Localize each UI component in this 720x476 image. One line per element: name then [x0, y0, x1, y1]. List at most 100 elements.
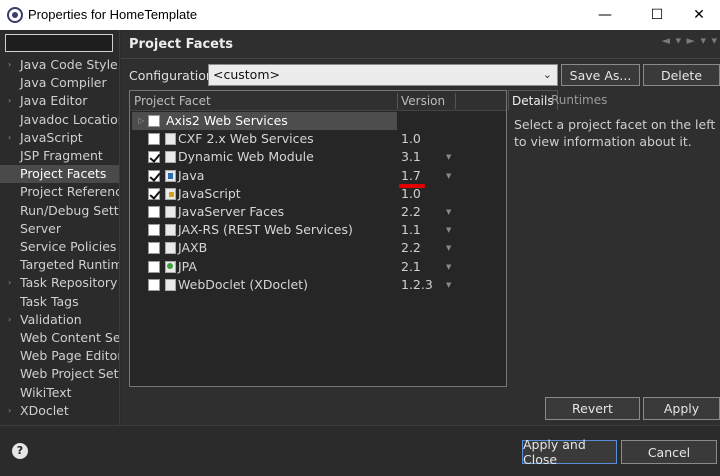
facet-checkbox[interactable] [148, 133, 160, 146]
sidebar-item-label: Javadoc Location [20, 111, 119, 127]
facet-checkbox[interactable] [148, 224, 160, 237]
sidebar-item[interactable]: Javadoc Location [0, 111, 119, 129]
sidebar-item[interactable]: WikiText [0, 384, 119, 402]
expand-arrow-icon[interactable]: › [8, 274, 16, 292]
facet-version[interactable]: 1.2.3 [401, 276, 433, 294]
details-description: Select a project facet on the left to vi… [514, 117, 716, 149]
facet-row[interactable]: Dynamic Web Module 3.1 ▼ [130, 148, 506, 166]
facet-version[interactable]: 1.1 [401, 221, 421, 239]
sidebar-item-label: Java Code Style [20, 57, 118, 72]
facet-name: Axis2 Web Services [166, 113, 288, 128]
facet-name: JavaScript [178, 185, 241, 201]
sidebar-item[interactable]: Run/Debug Setti [0, 202, 119, 220]
file-facet-icon [165, 151, 176, 164]
cancel-button[interactable]: Cancel [621, 440, 717, 464]
sidebar-item[interactable]: Web Project Setti [0, 365, 119, 383]
sidebar-item[interactable]: › Validation [0, 311, 119, 329]
facet-version[interactable]: 1.7 [401, 167, 421, 185]
column-header-facet[interactable]: Project Facet [130, 91, 398, 111]
sidebar-item[interactable]: Project Facets [0, 165, 119, 184]
save-as-button[interactable]: Save As... [561, 64, 640, 86]
facet-row[interactable]: WebDoclet (XDoclet) 1.2.3 ▼ [130, 276, 506, 294]
facet-checkbox[interactable] [148, 115, 160, 127]
minimize-button[interactable]: — [582, 0, 628, 30]
revert-button[interactable]: Revert [545, 397, 640, 420]
facet-name: JavaServer Faces [178, 204, 285, 219]
sidebar-item-label: Task Tags [20, 293, 79, 309]
sidebar-item[interactable]: Service Policies [0, 238, 119, 256]
sidebar-item[interactable]: Java Compiler [0, 74, 119, 92]
sidebar-item-label: Web Page Editor [20, 348, 119, 364]
facet-row[interactable]: CXF 2.x Web Services 1.0 [130, 130, 506, 148]
facet-name: JAX-RS (REST Web Services) [178, 222, 353, 238]
facet-checkbox[interactable] [148, 206, 160, 218]
version-dropdown-icon[interactable]: ▼ [446, 203, 451, 221]
facet-checkbox[interactable] [148, 278, 160, 291]
dialog-button-bar: ? Apply and Close Cancel [0, 425, 720, 476]
facet-row[interactable]: Java 1.7 ▼ [130, 167, 506, 185]
column-header-version[interactable]: Version [398, 91, 456, 111]
expand-arrow-icon[interactable]: › [8, 56, 16, 74]
java-facet-icon [165, 169, 176, 182]
sidebar-item[interactable]: Project Reference [0, 183, 119, 201]
file-facet-icon [165, 278, 176, 291]
expand-arrow-icon[interactable]: › [8, 92, 16, 110]
facet-checkbox[interactable] [148, 187, 160, 200]
facet-row[interactable]: JAX-RS (REST Web Services) 1.1 ▼ [130, 221, 506, 239]
facet-version[interactable]: 1.0 [401, 130, 421, 148]
navigation-arrows-icon[interactable]: ◄ ▾ ► ▾ ▾ [662, 34, 718, 47]
sidebar-item[interactable]: › Java Code Style [0, 56, 119, 74]
delete-button[interactable]: Delete [643, 64, 720, 86]
file-facet-icon [165, 206, 176, 218]
sidebar-item[interactable]: › Task Repository [0, 274, 119, 292]
sidebar-item[interactable]: Task Tags [0, 293, 119, 311]
facet-row[interactable]: JAXB 2.2 ▼ [130, 239, 506, 257]
js-facet-icon [165, 187, 176, 200]
apply-button[interactable]: Apply [643, 397, 720, 420]
sidebar-item[interactable]: Targeted Runtim [0, 256, 119, 274]
facet-row[interactable]: JavaServer Faces 2.2 ▼ [130, 203, 506, 221]
sidebar-item-label: WikiText [20, 384, 72, 400]
sidebar-item-label: Project Facets [20, 166, 107, 182]
facet-version[interactable]: 2.2 [401, 203, 421, 221]
expand-arrow-icon[interactable]: › [8, 402, 16, 420]
facet-checkbox[interactable] [148, 169, 160, 182]
maximize-button[interactable]: ☐ [634, 0, 680, 30]
facet-version[interactable]: 2.1 [401, 258, 421, 276]
expand-arrow-icon[interactable]: ▷ [138, 112, 144, 130]
filter-input[interactable] [5, 34, 113, 52]
properties-tree-panel: › Java Code Style Java Compiler › Java Edito… [0, 30, 120, 425]
facet-row[interactable]: JPA 2.1 ▼ [130, 258, 506, 276]
details-panel: Details Runtimes Select a project facet … [508, 90, 720, 387]
sidebar-item-label: JSP Fragment [20, 148, 103, 163]
close-window-button[interactable]: ✕ [676, 0, 720, 30]
version-dropdown-icon[interactable]: ▼ [446, 221, 451, 239]
configuration-select[interactable]: <custom> ⌄ [208, 64, 558, 86]
facet-checkbox[interactable] [148, 260, 160, 273]
facet-row[interactable]: JavaScript 1.0 [130, 185, 506, 203]
configuration-label: Configuration: [129, 68, 218, 83]
sidebar-item[interactable]: JSP Fragment [0, 147, 119, 165]
facet-checkbox[interactable] [148, 151, 160, 164]
sidebar-item[interactable]: › Java Editor [0, 92, 119, 110]
facets-table: Project Facet Version ▷ Axis2 Web Service… [129, 90, 507, 387]
version-dropdown-icon[interactable]: ▼ [446, 276, 451, 294]
expand-arrow-icon[interactable]: › [8, 129, 16, 147]
sidebar-item[interactable]: › JavaScript [0, 129, 119, 147]
apply-and-close-button[interactable]: Apply and Close [522, 437, 617, 467]
facet-row[interactable]: ▷ Axis2 Web Services [130, 112, 506, 130]
expand-arrow-icon[interactable]: › [8, 311, 16, 329]
sidebar-item[interactable]: Server [0, 220, 119, 238]
sidebar-item[interactable]: Web Page Editor [0, 347, 119, 365]
version-dropdown-icon[interactable]: ▼ [446, 148, 451, 166]
facet-checkbox[interactable] [148, 242, 160, 255]
sidebar-item[interactable]: Web Content Se [0, 329, 119, 347]
version-dropdown-icon[interactable]: ▼ [446, 167, 451, 185]
help-icon[interactable]: ? [12, 443, 28, 459]
facet-version[interactable]: 2.2 [401, 239, 421, 257]
tab-runtimes[interactable]: Runtimes [548, 90, 610, 110]
version-dropdown-icon[interactable]: ▼ [446, 258, 451, 276]
sidebar-item[interactable]: › XDoclet [0, 402, 119, 420]
version-dropdown-icon[interactable]: ▼ [446, 239, 451, 257]
facet-version[interactable]: 3.1 [401, 148, 421, 166]
